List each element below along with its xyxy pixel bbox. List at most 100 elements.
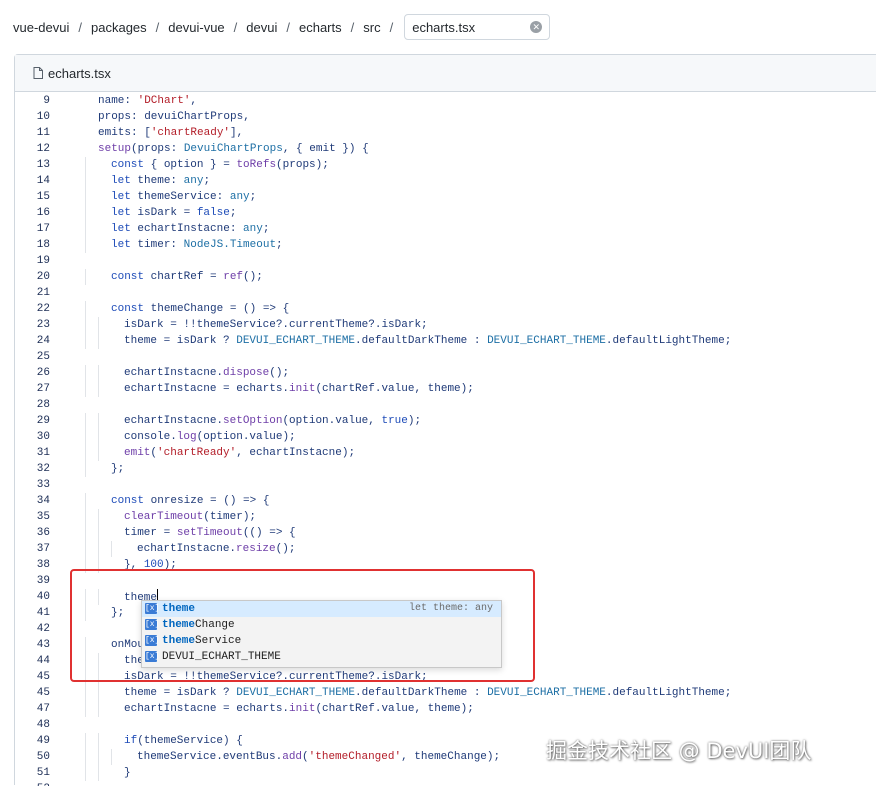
code-text: setup(props: DevuiChartProps, { emit }) … — [98, 143, 369, 155]
indent-guide — [98, 765, 99, 781]
line-number: 11 — [36, 127, 50, 139]
code-text: isDark = !!themeService?.currentTheme?.i… — [124, 671, 428, 683]
code-line[interactable]: 51} — [15, 765, 876, 781]
code-line[interactable]: 14 let theme: any; — [15, 173, 876, 189]
breadcrumb-item[interactable]: src — [363, 20, 380, 35]
code-line[interactable]: 28 — [15, 397, 876, 413]
code-editor[interactable]: 9 name: 'DChart', 10 props: devuiChartProps… — [15, 93, 876, 786]
code-line[interactable]: 29 echartInstacne.setOption(option.value,… — [15, 413, 876, 429]
code-line[interactable]: 37 echartInstacne.resize(); — [15, 541, 876, 557]
code-line[interactable]: 32}; — [15, 461, 876, 477]
indent-guide — [85, 205, 86, 221]
code-line[interactable]: 23 isDark = !!themeService?.currentTheme?… — [15, 317, 876, 333]
autocomplete-item[interactable]: [x] themeChange — [142, 617, 501, 633]
autocomplete-item[interactable]: [x] theme let theme: any — [142, 601, 501, 617]
breadcrumb-item[interactable]: vue-devui — [13, 20, 69, 35]
code-line[interactable]: 39 — [15, 573, 876, 589]
filename-input[interactable] — [404, 14, 551, 40]
indent-guide — [98, 365, 99, 381]
breadcrumb-item[interactable]: packages — [91, 20, 147, 35]
code-text: theme = isDark ? DEVUI_ECHART_THEME.defa… — [124, 687, 732, 699]
indent-guide — [98, 669, 99, 685]
indent-guide — [85, 685, 86, 701]
code-line[interactable]: 12 setup(props: DevuiChartProps, { emit }… — [15, 141, 876, 157]
line-number: 30 — [36, 431, 50, 443]
code-text: console.log(option.value); — [124, 431, 296, 443]
code-line[interactable]: 18 let timer: NodeJS.Timeout; — [15, 237, 876, 253]
breadcrumb-item[interactable]: echarts — [299, 20, 342, 35]
line-number: 12 — [36, 143, 50, 155]
code-line[interactable]: 13 const { option } = toRefs(props); — [15, 157, 876, 173]
code-line[interactable]: 26 echartInstacne.dispose(); — [15, 365, 876, 381]
indent-guide — [98, 429, 99, 445]
line-number: 25 — [36, 351, 50, 363]
indent-guide — [85, 445, 86, 461]
line-number: 18 — [36, 239, 50, 251]
indent-guide — [85, 189, 86, 205]
code-line[interactable]: 47 echartInstacne = echarts.init(chartRef… — [15, 701, 876, 717]
code-line[interactable]: 35 clearTimeout(timer); — [15, 509, 876, 525]
line-number: 23 — [36, 319, 50, 331]
code-line[interactable]: 11 emits: ['chartReady'], — [15, 125, 876, 141]
code-text: let timer: NodeJS.Timeout; — [111, 239, 283, 251]
code-text: if(themeService) { — [124, 735, 243, 747]
code-line[interactable]: 25 — [15, 349, 876, 365]
code-line[interactable]: 36 timer = setTimeout(() => { — [15, 525, 876, 541]
autocomplete-item[interactable]: [x] themeService — [142, 633, 501, 649]
code-text: const { option } = toRefs(props); — [111, 159, 329, 171]
code-line[interactable]: 10 props: devuiChartProps, — [15, 109, 876, 125]
line-number: 33 — [36, 479, 50, 491]
variable-icon: [x] — [145, 651, 160, 662]
code-text: const themeChange = () => { — [111, 303, 290, 315]
indent-guide — [85, 269, 86, 285]
line-number: 36 — [36, 527, 50, 539]
code-line[interactable]: 9 name: 'DChart', — [15, 93, 876, 109]
code-text: let theme: any; — [111, 175, 211, 187]
file-name: echarts.tsx — [48, 65, 111, 81]
line-number: 19 — [36, 255, 50, 267]
code-text: props: devuiChartProps, — [98, 111, 250, 123]
code-line[interactable]: 17 let echartInstacne: any; — [15, 221, 876, 237]
code-line[interactable]: 22 const themeChange = () => { — [15, 301, 876, 317]
indent-guide — [85, 221, 86, 237]
code-text: isDark = !!themeService?.currentTheme?.i… — [124, 319, 428, 331]
autocomplete-detail: let theme: any — [408, 603, 493, 614]
code-text: emit('chartReady', echartInstacne); — [124, 447, 356, 459]
code-text: name: 'DChart', — [98, 95, 198, 107]
autocomplete-item[interactable]: [x] DEVUI_ECHART_THEME — [142, 649, 501, 665]
code-line[interactable]: 21 — [15, 285, 876, 301]
code-line[interactable]: 45 isDark = !!themeService?.currentTheme?… — [15, 669, 876, 685]
indent-guide — [85, 605, 86, 621]
code-line[interactable]: 34 const onresize = () => { — [15, 493, 876, 509]
indent-guide — [111, 541, 112, 557]
line-number: 35 — [36, 511, 50, 523]
breadcrumb-item[interactable]: devui — [246, 20, 277, 35]
indent-guide — [98, 701, 99, 717]
line-number: 24 — [36, 335, 50, 347]
code-line[interactable]: 48 — [15, 717, 876, 733]
code-line[interactable]: 31 emit('chartReady', echartInstacne); — [15, 445, 876, 461]
line-number: 14 — [36, 175, 50, 187]
line-number: 26 — [36, 367, 50, 379]
code-line[interactable]: 24 theme = isDark ? DEVUI_ECHART_THEME.de… — [15, 333, 876, 349]
code-text: theme = isDark ? DEVUI_ECHART_THEME.defa… — [124, 335, 732, 347]
code-line[interactable]: 45 theme = isDark ? DEVUI_ECHART_THEME.de… — [15, 685, 876, 701]
code-line[interactable]: 19 — [15, 253, 876, 269]
indent-guide — [85, 733, 86, 749]
indent-guide — [85, 525, 86, 541]
code-line[interactable]: 38}, 100); — [15, 557, 876, 573]
code-line[interactable]: 20 const chartRef = ref(); — [15, 269, 876, 285]
line-number: 31 — [36, 447, 50, 459]
code-line[interactable]: 33 — [15, 477, 876, 493]
code-line[interactable]: 30 console.log(option.value); — [15, 429, 876, 445]
code-line[interactable]: 52 — [15, 781, 876, 786]
indent-guide — [98, 749, 99, 765]
code-text: echartInstacne.resize(); — [137, 543, 296, 555]
code-text: const chartRef = ref(); — [111, 271, 263, 283]
breadcrumb-item[interactable]: devui-vue — [168, 20, 224, 35]
line-number: 10 — [36, 111, 50, 123]
code-line[interactable]: 16 let isDark = false; — [15, 205, 876, 221]
code-line[interactable]: 15 let themeService: any; — [15, 189, 876, 205]
code-line[interactable]: 27 echartInstacne = echarts.init(chartRef… — [15, 381, 876, 397]
line-number: 44 — [36, 655, 50, 667]
